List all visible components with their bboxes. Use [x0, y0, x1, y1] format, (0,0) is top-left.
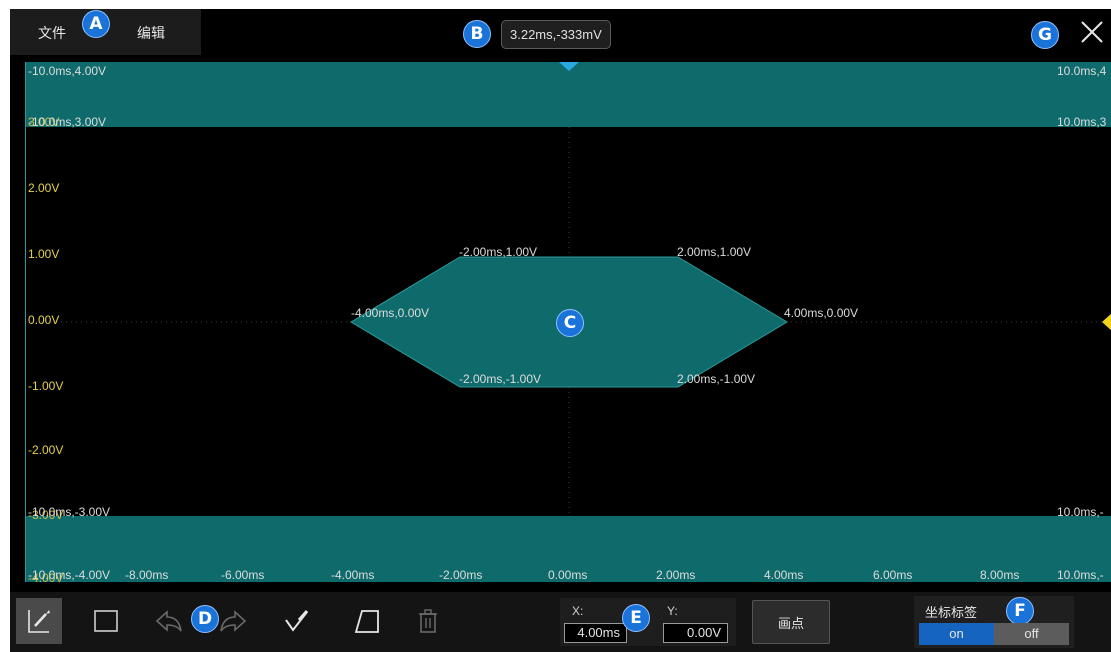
vertex-label: -2.00ms,-1.00V	[459, 372, 542, 386]
toggle-on-option[interactable]: on	[919, 623, 994, 645]
rectangle-tool-button[interactable]	[83, 598, 129, 644]
cursor-readout: 3.22ms,-333mV	[501, 20, 611, 49]
mask-corner-label: 10.0ms,-	[1057, 505, 1104, 519]
mask-corner-label: 10.0ms,3	[1057, 115, 1107, 129]
mask-corner-label: -10.0ms,4.00V	[28, 64, 107, 78]
y-axis-label: 1.00V	[28, 247, 60, 261]
close-icon	[1081, 21, 1103, 43]
drawing-toolbar: D X: 4.00ms E Y: 0.00V 画点 坐标标签 F on off	[10, 592, 1111, 652]
y-axis-label: -2.00V	[28, 443, 64, 457]
pen-icon	[28, 610, 50, 633]
toggle-off-option[interactable]: off	[994, 623, 1069, 645]
x-axis-label: 0.00ms	[548, 568, 588, 582]
mask-corner-label: 10.0ms,-	[1057, 568, 1104, 582]
menu-file[interactable]: 文件	[38, 23, 66, 43]
coordinate-label-title: 坐标标签	[925, 605, 978, 620]
close-button[interactable]	[1079, 19, 1105, 45]
x-axis-label: 6.00ms	[873, 568, 913, 582]
menu-edit[interactable]: 编辑	[137, 23, 165, 43]
x-axis-label: -8.00ms	[125, 568, 169, 582]
x-axis-label: 8.00ms	[980, 568, 1020, 582]
undo-icon	[155, 610, 182, 632]
x-axis-label: -2.00ms	[439, 568, 483, 582]
y-field-label: Y:	[667, 604, 678, 618]
x-axis-label: 4.00ms	[764, 568, 804, 582]
pen-tool-button[interactable]	[16, 598, 62, 644]
trash-icon	[419, 609, 437, 633]
mask-corner-label: -10.0ms,-4.00V	[28, 568, 111, 582]
y-axis-label: -1.00V	[28, 379, 64, 393]
callout-badge-e: E	[622, 604, 650, 632]
delete-button[interactable]	[405, 598, 451, 644]
rectangle-icon	[94, 610, 118, 632]
x-axis-label: -4.00ms	[331, 568, 375, 582]
callout-badge-b: B	[463, 20, 491, 48]
mask-corner-label: -10.0ms,3.00V	[28, 115, 107, 129]
vertex-label: 2.00ms,1.00V	[677, 245, 752, 259]
upper-mask-band	[26, 62, 1111, 127]
undo-button[interactable]	[146, 598, 192, 644]
callout-badge-c: C	[556, 309, 584, 337]
x-field-label: X:	[572, 604, 584, 618]
mask-corner-label: 10.0ms,4	[1057, 64, 1107, 78]
callout-badge-a: A	[82, 10, 110, 38]
vertex-label: -4.00ms,0.00V	[351, 306, 430, 320]
vertex-label: 2.00ms,-1.00V	[677, 372, 756, 386]
callout-badge-f: F	[1006, 597, 1034, 625]
node-edit-button[interactable]	[275, 598, 321, 644]
y-coordinate-input[interactable]: 0.00V	[663, 623, 728, 643]
vertex-label: -2.00ms,1.00V	[459, 245, 538, 259]
draw-point-button[interactable]: 画点	[752, 600, 830, 644]
x-axis-label: 2.00ms	[656, 568, 696, 582]
mask-editor-window: 文件 编辑 A B 3.22ms,-333mV G -10.0ms,4.00V	[10, 9, 1111, 652]
x-coordinate-input[interactable]: 4.00ms	[564, 623, 627, 643]
polygon-tool-button[interactable]	[344, 598, 390, 644]
mask-corner-label: -10.0ms,-3.00V	[28, 505, 111, 519]
y-axis-label: 0.00V	[28, 313, 60, 327]
y-axis-label: 2.00V	[28, 181, 60, 195]
node-edit-icon	[285, 610, 309, 632]
vertex-label: 4.00ms,0.00V	[784, 306, 859, 320]
coordinate-label-toggle: 坐标标签 F on off	[914, 596, 1074, 648]
trigger-level-marker	[1102, 313, 1111, 331]
callout-badge-g: G	[1031, 21, 1059, 49]
mask-plot-area[interactable]: -10.0ms,4.00V 10.0ms,4 3.00V -10.0ms,3.0…	[25, 62, 1111, 585]
redo-icon	[220, 610, 247, 632]
x-axis-label: -6.00ms	[221, 568, 265, 582]
redo-button[interactable]	[210, 598, 256, 644]
polygon-icon	[354, 610, 379, 633]
